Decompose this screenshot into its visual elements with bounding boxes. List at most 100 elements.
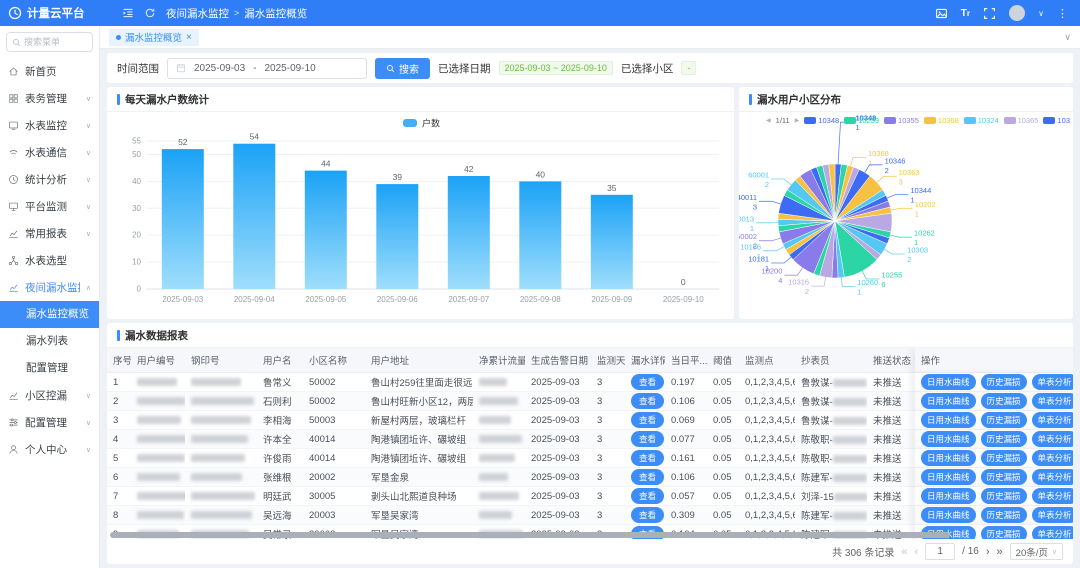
cell-address: 鲁山村259往里面走很远 [365, 373, 473, 392]
action-button-1[interactable]: 历史漏损 [981, 507, 1027, 523]
view-detail-button[interactable]: 查看 [631, 431, 664, 447]
view-detail-button[interactable]: 查看 [631, 412, 664, 428]
sidebar-item[interactable]: 表务管理∨ [0, 85, 99, 112]
svg-text:2025-09-04: 2025-09-04 [234, 295, 275, 304]
action-button-0[interactable]: 日用水曲线 [921, 488, 976, 504]
legend-next-icon[interactable]: ▶ [795, 117, 800, 124]
action-button-2[interactable]: 单表分析 [1032, 469, 1073, 485]
next-page-button[interactable]: › [986, 546, 990, 558]
legend-item[interactable]: 10239 [844, 116, 879, 125]
action-button-1[interactable]: 历史漏损 [981, 469, 1027, 485]
cell-actions: 日用水曲线历史漏损单表分析 [915, 430, 1073, 449]
sidebar-item[interactable]: 水表通信∨ [0, 139, 99, 166]
avatar[interactable] [1009, 5, 1025, 21]
cell-name: 李相海 [257, 411, 303, 430]
action-button-0[interactable]: 日用水曲线 [921, 450, 976, 466]
sidebar-subitem[interactable]: 漏水列表 [0, 328, 99, 355]
date-range-input[interactable]: 2025-09-03 - 2025-09-10 [167, 58, 367, 79]
action-button-0[interactable]: 日用水曲线 [921, 431, 976, 447]
action-button-2[interactable]: 单表分析 [1032, 412, 1073, 428]
cell-name: 吴远海 [257, 506, 303, 525]
table-body: 1鲁常义50002鲁山村259往里面走很远2025-09-033查看0.1970… [107, 373, 1073, 539]
cell-points: 0,1,2,3,4,5,6 [739, 373, 795, 392]
action-button-1[interactable]: 历史漏损 [981, 450, 1027, 466]
sidebar-item[interactable]: 平台监测∨ [0, 193, 99, 220]
action-button-1[interactable]: 历史漏损 [981, 412, 1027, 428]
legend-prev-icon[interactable]: ◀ [766, 117, 771, 124]
action-button-2[interactable]: 单表分析 [1032, 374, 1073, 390]
cell-user_no [131, 468, 185, 487]
first-page-button[interactable]: « [901, 546, 907, 558]
action-button-1[interactable]: 历史漏损 [981, 374, 1027, 390]
cell-days: 3 [591, 430, 625, 449]
action-button-2[interactable]: 单表分析 [1032, 450, 1073, 466]
sidebar-item[interactable]: 小区控漏∨ [0, 382, 99, 409]
sidebar-item[interactable]: 统计分析∨ [0, 166, 99, 193]
screenshot-icon[interactable] [935, 7, 948, 20]
cell-seal_no [185, 373, 257, 392]
page-input[interactable]: 1 [925, 543, 955, 560]
masked-text [833, 398, 867, 406]
table-row: 4许本全40014陶港镇团坵许、碾坡组2025-09-033查看0.0770.0… [107, 430, 1073, 449]
cell-detail: 查看 [625, 468, 665, 487]
legend-item[interactable]: 10355 [884, 116, 919, 125]
action-button-1[interactable]: 历史漏损 [981, 488, 1027, 504]
prev-page-button[interactable]: ‹ [915, 546, 919, 558]
sidebar-item[interactable]: 新首页 [0, 58, 99, 85]
tab-close-icon[interactable]: × [186, 32, 192, 43]
legend-item[interactable]: 10368 [924, 116, 959, 125]
view-detail-button[interactable]: 查看 [631, 507, 664, 523]
masked-text [191, 454, 245, 462]
action-button-0[interactable]: 日用水曲线 [921, 393, 976, 409]
search-input[interactable] [24, 37, 87, 47]
tab-leak-overview[interactable]: 漏水监控概览 × [109, 29, 199, 46]
action-button-0[interactable]: 日用水曲线 [921, 507, 976, 523]
sidebar-search[interactable] [6, 32, 93, 52]
action-button-2[interactable]: 单表分析 [1032, 526, 1073, 539]
action-button-0[interactable]: 日用水曲线 [921, 412, 976, 428]
chevron-down-icon: ∨ [1052, 548, 1057, 556]
column-header-reader: 抄表员 [795, 348, 867, 373]
sidebar-item[interactable]: 水表选型 [0, 247, 99, 274]
more-icon[interactable]: ⋮ [1057, 7, 1068, 20]
action-button-2[interactable]: 单表分析 [1032, 488, 1073, 504]
view-detail-button[interactable]: 查看 [631, 450, 664, 466]
action-button-0[interactable]: 日用水曲线 [921, 469, 976, 485]
sidebar-item[interactable]: 配置管理∨ [0, 409, 99, 436]
translate-icon[interactable]: Tr [961, 8, 970, 19]
view-detail-button[interactable]: 查看 [631, 488, 664, 504]
action-button-2[interactable]: 单表分析 [1032, 507, 1073, 523]
sidebar-item[interactable]: 夜间漏水监控∧ [0, 274, 99, 301]
legend-item[interactable]: 10324 [964, 116, 999, 125]
last-page-button[interactable]: » [997, 546, 1003, 558]
fullscreen-icon[interactable] [983, 7, 996, 20]
legend-item[interactable]: 10365 [1004, 116, 1039, 125]
sidebar-subitem[interactable]: 漏水监控概览 [0, 301, 99, 328]
sidebar-item[interactable]: 个人中心∨ [0, 436, 99, 463]
action-button-1[interactable]: 历史漏损 [981, 526, 1027, 539]
sidebar-subitem[interactable]: 配置管理 [0, 355, 99, 382]
breadcrumb-parent[interactable]: 夜间漏水监控 [166, 6, 229, 21]
action-button-1[interactable]: 历史漏损 [981, 393, 1027, 409]
page-size-select[interactable]: 20条/页 ∨ [1010, 543, 1063, 560]
view-detail-button[interactable]: 查看 [631, 374, 664, 390]
cell-threshold: 0.05 [707, 449, 739, 468]
table-row: 1鲁常义50002鲁山村259往里面走很远2025-09-033查看0.1970… [107, 373, 1073, 392]
sidebar-item[interactable]: 水表监控∨ [0, 112, 99, 139]
view-detail-button[interactable]: 查看 [631, 393, 664, 409]
user-chevron-down-icon[interactable]: ∨ [1038, 9, 1044, 18]
action-button-1[interactable]: 历史漏损 [981, 431, 1027, 447]
view-detail-button[interactable]: 查看 [631, 469, 664, 485]
tabbar-chevron-down-icon[interactable]: ∨ [1064, 32, 1071, 43]
action-button-2[interactable]: 单表分析 [1032, 431, 1073, 447]
action-button-2[interactable]: 单表分析 [1032, 393, 1073, 409]
horizontal-scrollbar-thumb[interactable] [110, 532, 950, 538]
legend-item[interactable]: 10348 [804, 116, 839, 125]
search-button[interactable]: 搜索 [375, 58, 430, 79]
legend-item[interactable]: 103 [1043, 116, 1070, 125]
sidebar-item[interactable]: 常用报表∨ [0, 220, 99, 247]
refresh-icon[interactable] [144, 7, 156, 19]
collapse-sidebar-icon[interactable] [122, 7, 134, 19]
table-scroll-area[interactable]: 序号用户编号钢印号用户名小区名称用户地址净累计流量生成告警日期监测天数漏水详情当… [107, 348, 1073, 539]
action-button-0[interactable]: 日用水曲线 [921, 374, 976, 390]
